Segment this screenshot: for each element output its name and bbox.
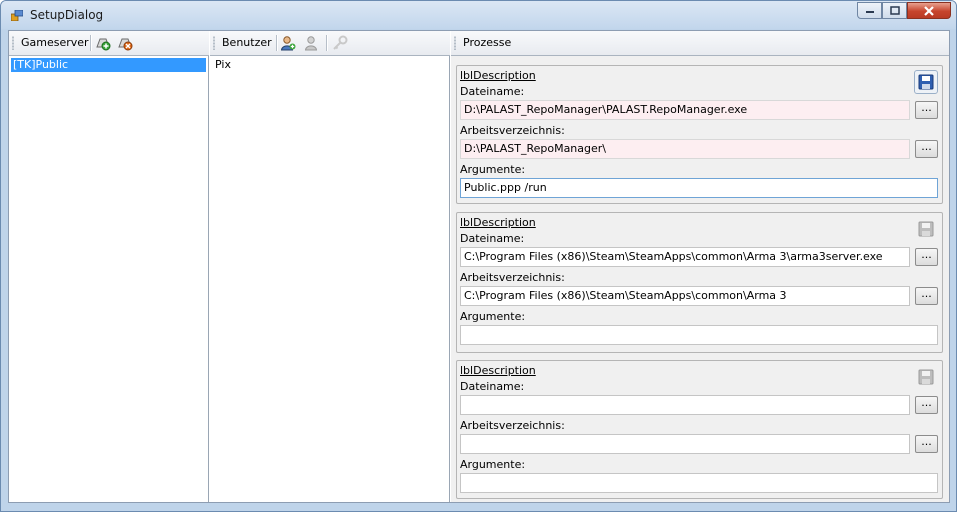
processes-toolbar: Prozesse (451, 31, 949, 56)
toolbar-grip[interactable] (454, 36, 456, 50)
toolbar-grip[interactable] (213, 36, 215, 50)
remove-user-icon[interactable] (304, 35, 320, 51)
close-button[interactable] (907, 2, 951, 19)
workdir-field[interactable] (460, 434, 910, 454)
filename-label: Dateiname: (460, 85, 525, 98)
users-listbox[interactable]: Pix (210, 56, 450, 502)
app-icon (11, 10, 23, 21)
browse-workdir-button[interactable]: ... (915, 140, 938, 158)
process-group: lblDescription Dateiname: D:\PALAST_Repo… (456, 65, 943, 204)
user-list-item[interactable]: Pix (213, 58, 447, 72)
save-icon (918, 74, 934, 90)
save-button[interactable] (914, 70, 938, 94)
filename-field[interactable] (460, 395, 910, 415)
browse-filename-button[interactable]: ... (915, 101, 938, 119)
processes-label: Prozesse (463, 36, 512, 49)
browse-workdir-button[interactable]: ... (915, 287, 938, 305)
workdir-label: Arbeitsverzeichnis: (460, 419, 565, 432)
arguments-label: Argumente: (460, 458, 526, 471)
window-title: SetupDialog (30, 8, 104, 22)
key-icon[interactable] (332, 35, 348, 51)
gameserver-label: Gameserver (21, 36, 89, 49)
arguments-field[interactable] (460, 325, 938, 345)
process-description: lblDescription (460, 364, 536, 377)
arguments-field[interactable] (460, 473, 938, 493)
workdir-field[interactable]: C:\Program Files (x86)\Steam\SteamApps\c… (460, 286, 910, 306)
title-bar[interactable]: SetupDialog (1, 1, 956, 29)
process-list: lblDescription Dateiname: D:\PALAST_Repo… (451, 56, 949, 502)
process-description: lblDescription (460, 216, 536, 229)
process-group: lblDescription Dateiname: ... Arbeitsver… (456, 360, 943, 499)
gameserver-pane: Gameserver [TK]Public (9, 31, 209, 502)
process-group: lblDescription Dateiname: C:\Program Fil… (456, 212, 943, 353)
save-button[interactable] (914, 217, 938, 241)
filename-field[interactable]: C:\Program Files (x86)\Steam\SteamApps\c… (460, 247, 910, 267)
process-description: lblDescription (460, 69, 536, 82)
browse-filename-button[interactable]: ... (915, 396, 938, 414)
arguments-field[interactable]: Public.ppp /run (460, 178, 938, 198)
gameserver-toolbar: Gameserver (9, 31, 209, 56)
close-icon (924, 5, 934, 16)
add-gameserver-icon[interactable] (95, 35, 111, 51)
filename-field[interactable]: D:\PALAST_RepoManager\PALAST.RepoManager… (460, 100, 910, 120)
save-icon (918, 221, 934, 237)
remove-gameserver-icon[interactable] (117, 35, 133, 51)
workdir-label: Arbeitsverzeichnis: (460, 124, 565, 137)
save-button[interactable] (914, 365, 938, 389)
users-label: Benutzer (222, 36, 272, 49)
gameserver-listbox[interactable]: [TK]Public (9, 56, 209, 502)
arguments-label: Argumente: (460, 163, 526, 176)
setup-dialog-window: SetupDialog Gameserver [TK]Public Benutz… (0, 0, 957, 512)
filename-label: Dateiname: (460, 380, 525, 393)
users-toolbar: Benutzer (210, 31, 450, 56)
minimize-icon (865, 10, 874, 13)
arguments-label: Argumente: (460, 310, 526, 323)
add-user-icon[interactable] (280, 35, 296, 51)
dialog-client-area: Gameserver [TK]Public Benutzer Pix Proze… (8, 30, 950, 503)
maximize-button[interactable] (882, 2, 907, 19)
workdir-field[interactable]: D:\PALAST_RepoManager\ (460, 139, 910, 159)
users-pane: Benutzer Pix (210, 31, 450, 502)
workdir-label: Arbeitsverzeichnis: (460, 271, 565, 284)
maximize-icon (889, 6, 900, 15)
save-icon (918, 369, 934, 385)
filename-label: Dateiname: (460, 232, 525, 245)
minimize-button[interactable] (857, 2, 882, 19)
browse-filename-button[interactable]: ... (915, 248, 938, 266)
browse-workdir-button[interactable]: ... (915, 435, 938, 453)
gameserver-list-item[interactable]: [TK]Public (11, 58, 206, 72)
toolbar-grip[interactable] (12, 36, 14, 50)
processes-pane: Prozesse lblDescription Dateiname: D:\PA… (451, 31, 949, 502)
